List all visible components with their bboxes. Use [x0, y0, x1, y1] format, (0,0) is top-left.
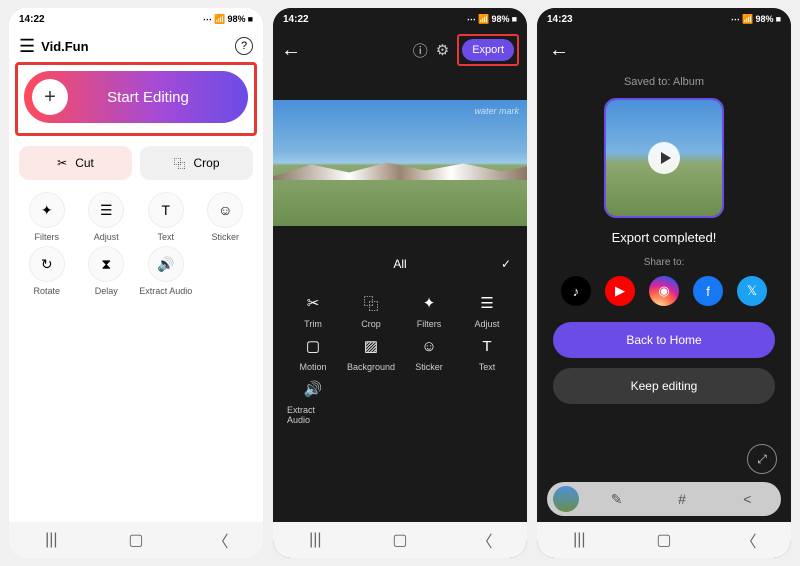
help-icon[interactable]: ?	[235, 37, 253, 55]
home-button[interactable]: ▢	[385, 532, 415, 548]
adjust-button[interactable]: ☰Adjust	[79, 192, 135, 242]
status-bar: 14:23 ⋯ 📶 98%■	[537, 8, 791, 30]
settings-icon[interactable]: ⚙	[436, 41, 449, 59]
bottom-action-bar: ⤢ ✎ # <	[547, 482, 781, 516]
app-title: Vid.Fun	[41, 39, 88, 54]
check-icon[interactable]: ✓	[501, 257, 511, 271]
smiley-icon: ☺	[418, 335, 440, 357]
crop-button[interactable]: ⿻ Crop	[140, 146, 253, 180]
start-editing-button[interactable]: + Start Editing	[24, 71, 248, 123]
sparkle-icon: ✦	[29, 192, 65, 228]
category-tabs: All ✓	[273, 246, 527, 282]
status-time: 14:22	[19, 14, 45, 25]
highlight-box: + Start Editing	[15, 62, 257, 136]
keep-editing-button[interactable]: Keep editing	[553, 368, 775, 404]
export-button[interactable]: Export	[462, 39, 514, 61]
status-icons: ⋯ 📶 98%■	[731, 14, 781, 25]
phone-editor: 14:22 ⋯ 📶 98%■ ← ⓘ ⚙ Export water mark A…	[273, 8, 527, 558]
sticker-button[interactable]: ☺Sticker	[198, 192, 254, 242]
sparkle-icon: ✦	[418, 292, 440, 314]
filters-button[interactable]: ✦Filters	[403, 292, 455, 329]
status-bar: 14:22 ⋯ 📶 98%■	[9, 8, 263, 30]
rotate-button[interactable]: ↻Rotate	[19, 246, 75, 296]
twitter-icon[interactable]: 𝕏	[737, 276, 767, 306]
adjust-icon: ☰	[476, 292, 498, 314]
phone-home: 14:22 ⋯ 📶 98%■ ☰ Vid.Fun ? + Start Editi…	[9, 8, 263, 558]
completed-label: Export completed!	[537, 226, 791, 257]
cut-button[interactable]: ✂ Cut	[19, 146, 132, 180]
filters-button[interactable]: ✦Filters	[19, 192, 75, 242]
status-bar: 14:22 ⋯ 📶 98%■	[273, 8, 527, 30]
android-navbar: ||| ▢ 〈	[537, 522, 791, 558]
android-navbar: ||| ▢ 〈	[273, 522, 527, 558]
status-time: 14:22	[283, 14, 309, 25]
watermark-label: water mark	[474, 106, 519, 116]
edit-icon[interactable]: ✎	[589, 491, 644, 508]
help-icon[interactable]: ⓘ	[413, 40, 428, 61]
trim-button[interactable]: ✂Trim	[287, 292, 339, 329]
home-button[interactable]: ▢	[121, 532, 151, 548]
instagram-icon[interactable]: ◉	[649, 276, 679, 306]
background-button[interactable]: ▨Background	[345, 335, 397, 372]
text-icon: T	[148, 192, 184, 228]
home-button[interactable]: ▢	[649, 532, 679, 548]
rotate-icon: ↻	[29, 246, 65, 282]
mini-thumbnail[interactable]	[553, 486, 579, 512]
saved-to-label: Saved to: Album	[537, 70, 791, 94]
audio-icon: 🔊	[302, 378, 324, 400]
extract-audio-button[interactable]: 🔊Extract Audio	[138, 246, 194, 296]
crop-icon: ⿻	[360, 292, 382, 314]
video-preview[interactable]: water mark	[273, 100, 527, 226]
share-icon[interactable]: <	[720, 491, 775, 507]
back-button[interactable]: 〈	[470, 532, 500, 548]
back-arrow-icon[interactable]: ←	[549, 39, 569, 62]
extract-audio-button[interactable]: 🔊Extract Audio	[287, 378, 339, 425]
text-button[interactable]: TText	[138, 192, 194, 242]
hourglass-icon: ⧗	[88, 246, 124, 282]
hashtag-icon[interactable]: #	[654, 491, 709, 507]
text-button[interactable]: TText	[461, 335, 513, 372]
editor-header: ← ⓘ ⚙ Export	[273, 30, 527, 70]
crop-icon: ⿻	[173, 155, 185, 172]
status-icons: ⋯ 📶 98%■	[203, 14, 253, 25]
scissors-icon: ✂	[302, 292, 324, 314]
android-navbar: ||| ▢ 〈	[9, 522, 263, 558]
tab-all[interactable]: All	[393, 257, 406, 271]
status-icons: ⋯ 📶 98%■	[467, 14, 517, 25]
start-label: Start Editing	[68, 89, 248, 106]
tiktok-icon[interactable]: ♪	[561, 276, 591, 306]
status-time: 14:23	[547, 14, 573, 25]
app-header: ☰ Vid.Fun ?	[9, 30, 263, 62]
scissors-icon: ✂	[57, 156, 67, 170]
menu-icon[interactable]: ☰	[19, 36, 35, 57]
facebook-icon[interactable]: f	[693, 276, 723, 306]
adjust-icon: ☰	[88, 192, 124, 228]
plus-icon: +	[32, 79, 68, 115]
youtube-icon[interactable]: ▶	[605, 276, 635, 306]
back-arrow-icon[interactable]: ←	[281, 39, 301, 62]
back-to-home-button[interactable]: Back to Home	[553, 322, 775, 358]
sticker-button[interactable]: ☺Sticker	[403, 335, 455, 372]
share-to-label: Share to:	[537, 257, 791, 276]
recents-button[interactable]: |||	[36, 532, 66, 548]
recents-button[interactable]: |||	[300, 532, 330, 548]
recents-button[interactable]: |||	[564, 532, 594, 548]
audio-icon: 🔊	[148, 246, 184, 282]
motion-button[interactable]: ▢Motion	[287, 335, 339, 372]
back-button[interactable]: 〈	[734, 532, 764, 548]
phone-export: 14:23 ⋯ 📶 98%■ ← Saved to: Album Export …	[537, 8, 791, 558]
motion-icon: ▢	[302, 335, 324, 357]
fab-icon[interactable]: ⤢	[747, 444, 777, 474]
delay-button[interactable]: ⧗Delay	[79, 246, 135, 296]
play-icon	[648, 142, 680, 174]
back-button[interactable]: 〈	[206, 532, 236, 548]
background-icon: ▨	[360, 335, 382, 357]
smiley-icon: ☺	[207, 192, 243, 228]
text-icon: T	[476, 335, 498, 357]
crop-button[interactable]: ⿻Crop	[345, 292, 397, 329]
video-thumbnail[interactable]	[604, 98, 724, 218]
adjust-button[interactable]: ☰Adjust	[461, 292, 513, 329]
highlight-box: Export	[457, 34, 519, 66]
export-header: ←	[537, 30, 791, 70]
